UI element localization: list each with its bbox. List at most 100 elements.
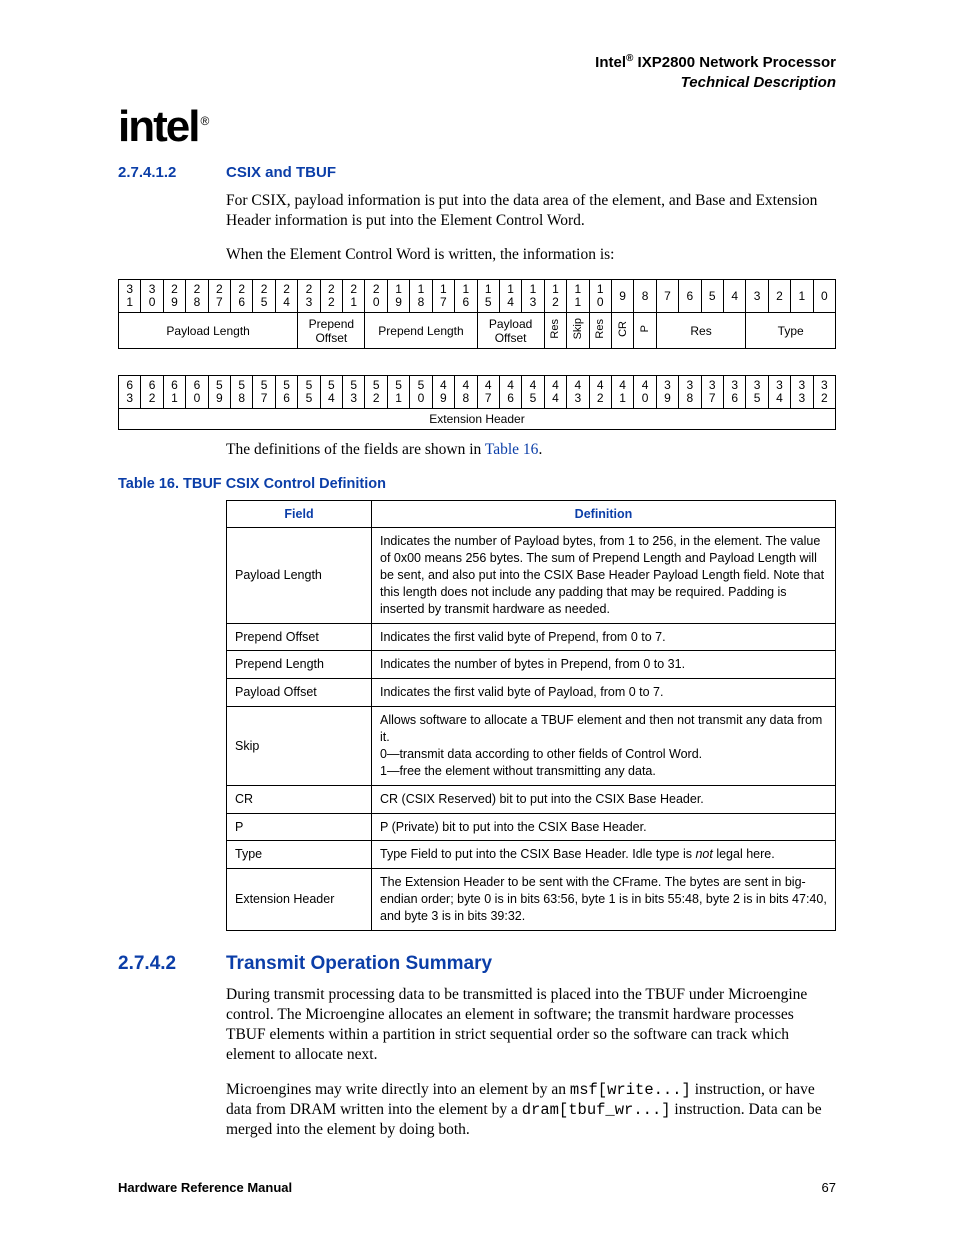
bit-cell: 5 0 — [410, 375, 432, 408]
bit-cell: 3 7 — [701, 375, 723, 408]
paragraph: The definitions of the fields are shown … — [226, 440, 836, 460]
th-field: Field — [227, 501, 372, 528]
bit-cell: 1 9 — [387, 279, 409, 312]
bit-cell: 4 8 — [455, 375, 477, 408]
bit-cell: 5 7 — [253, 375, 275, 408]
field-name: P — [227, 813, 372, 841]
bit-cell: 2 5 — [253, 279, 275, 312]
bit-cell: 3 8 — [679, 375, 701, 408]
field-definition: CR (CSIX Reserved) bit to put into the C… — [372, 785, 836, 813]
bit-cell: 1 7 — [432, 279, 454, 312]
bitfield-table-lo: 6 36 26 16 05 95 85 75 65 55 45 35 25 15… — [118, 375, 836, 430]
code-dram-tbufwr: dram[tbuf_wr...] — [522, 1101, 671, 1119]
field-name: Prepend Offset — [227, 623, 372, 651]
field-name: Extension Header — [227, 869, 372, 931]
table16-caption: Table 16. TBUF CSIX Control Definition — [118, 476, 836, 492]
field-definition: The Extension Header to be sent with the… — [372, 869, 836, 931]
bit-cell: 2 4 — [275, 279, 297, 312]
field-definition: P (Private) bit to put into the CSIX Bas… — [372, 813, 836, 841]
bit-cell: 5 — [701, 279, 723, 312]
bit-cell: 5 8 — [231, 375, 253, 408]
bit-cell: 4 3 — [567, 375, 589, 408]
bit-cell: 4 — [723, 279, 745, 312]
bit-cell: 5 3 — [343, 375, 365, 408]
field-extension-header: Extension Header — [119, 409, 836, 430]
field-payload-length: Payload Length — [119, 313, 298, 348]
field-prepend-length: Prepend Length — [365, 313, 477, 348]
field-name: Payload Offset — [227, 679, 372, 707]
bit-cell: 4 7 — [477, 375, 499, 408]
table-row: Payload OffsetIndicates the first valid … — [227, 679, 836, 707]
section-number: 2.7.4.1.2 — [118, 164, 226, 181]
bit-cell: 1 6 — [455, 279, 477, 312]
field-definition: Indicates the first valid byte of Prepen… — [372, 623, 836, 651]
hdr-rest: IXP2800 Network Processor — [633, 54, 836, 71]
table-row: Prepend OffsetIndicates the first valid … — [227, 623, 836, 651]
bit-cell: 5 4 — [320, 375, 342, 408]
bit-cell: 9 — [611, 279, 633, 312]
bit-cell: 5 5 — [298, 375, 320, 408]
table-row: PP (Private) bit to put into the CSIX Ba… — [227, 813, 836, 841]
bit-cell: 2 2 — [320, 279, 342, 312]
table16: Field Definition Payload LengthIndicates… — [226, 500, 836, 931]
bit-cell: 5 2 — [365, 375, 387, 408]
paragraph: When the Element Control Word is written… — [226, 245, 836, 265]
bit-cell: 1 4 — [499, 279, 521, 312]
bit-cell: 1 8 — [410, 279, 432, 312]
paragraph: For CSIX, payload information is put int… — [226, 191, 836, 231]
section-title: Transmit Operation Summary — [226, 953, 492, 975]
paragraph: During transmit processing data to be tr… — [226, 985, 836, 1066]
field-res: Res — [656, 313, 746, 348]
field-definition: Type Field to put into the CSIX Base Hea… — [372, 841, 836, 869]
bit-cell: 7 — [656, 279, 678, 312]
bit-cell: 3 5 — [746, 375, 768, 408]
section-heading-transmit-op: 2.7.4.2 Transmit Operation Summary — [118, 953, 836, 975]
bit-cell: 3 — [746, 279, 768, 312]
bit-cell: 4 1 — [611, 375, 633, 408]
bit-cell: 3 3 — [791, 375, 813, 408]
field-p: P — [634, 313, 656, 348]
bitfield-table-hi: 3 13 02 92 82 72 62 52 42 32 22 12 01 91… — [118, 279, 836, 349]
table-row: TypeType Field to put into the CSIX Base… — [227, 841, 836, 869]
bit-cell: 1 — [791, 279, 813, 312]
bit-cell: 1 0 — [589, 279, 611, 312]
bit-cell: 3 0 — [141, 279, 163, 312]
page-header: Intel® IXP2800 Network Processor Technic… — [118, 52, 836, 94]
section-title: CSIX and TBUF — [226, 164, 336, 181]
section-number: 2.7.4.2 — [118, 953, 226, 975]
table-row: CRCR (CSIX Reserved) bit to put into the… — [227, 785, 836, 813]
bit-cell: 5 9 — [208, 375, 230, 408]
table-row: Prepend LengthIndicates the number of by… — [227, 651, 836, 679]
field-res: Res — [544, 313, 566, 348]
table16-link[interactable]: Table 16 — [485, 441, 539, 458]
bit-cell: 5 6 — [275, 375, 297, 408]
bit-cell: 2 3 — [298, 279, 320, 312]
hdr-prefix: Intel — [595, 54, 626, 71]
bit-cell: 2 8 — [186, 279, 208, 312]
bit-cell: 4 5 — [522, 375, 544, 408]
section-heading-csix-tbuf: 2.7.4.1.2 CSIX and TBUF — [118, 164, 836, 181]
field-name: Payload Length — [227, 528, 372, 623]
bit-cell: 6 2 — [141, 375, 163, 408]
th-definition: Definition — [372, 501, 836, 528]
page-footer: Hardware Reference Manual 67 — [118, 1180, 836, 1195]
code-msf-write: msf[write...] — [570, 1081, 691, 1099]
bit-cell: 5 1 — [387, 375, 409, 408]
bit-cell: 4 2 — [589, 375, 611, 408]
bit-cell: 4 9 — [432, 375, 454, 408]
bit-cell: 6 0 — [186, 375, 208, 408]
field-res: Res — [589, 313, 611, 348]
field-definition: Indicates the number of Payload bytes, f… — [372, 528, 836, 623]
bit-cell: 3 6 — [723, 375, 745, 408]
field-definition: Allows software to allocate a TBUF eleme… — [372, 707, 836, 786]
bit-cell: 3 9 — [656, 375, 678, 408]
bit-cell: 3 1 — [119, 279, 141, 312]
bit-cell: 6 — [679, 279, 701, 312]
field-prepend-offset: Prepend Offset — [298, 313, 365, 348]
field-definition: Indicates the first valid byte of Payloa… — [372, 679, 836, 707]
paragraph: Microengines may write directly into an … — [226, 1080, 836, 1140]
bit-cell: 6 1 — [163, 375, 185, 408]
hdr-sub: Technical Description — [681, 74, 836, 91]
intel-logo: intel® — [118, 102, 209, 152]
bit-cell: 3 2 — [813, 375, 835, 408]
